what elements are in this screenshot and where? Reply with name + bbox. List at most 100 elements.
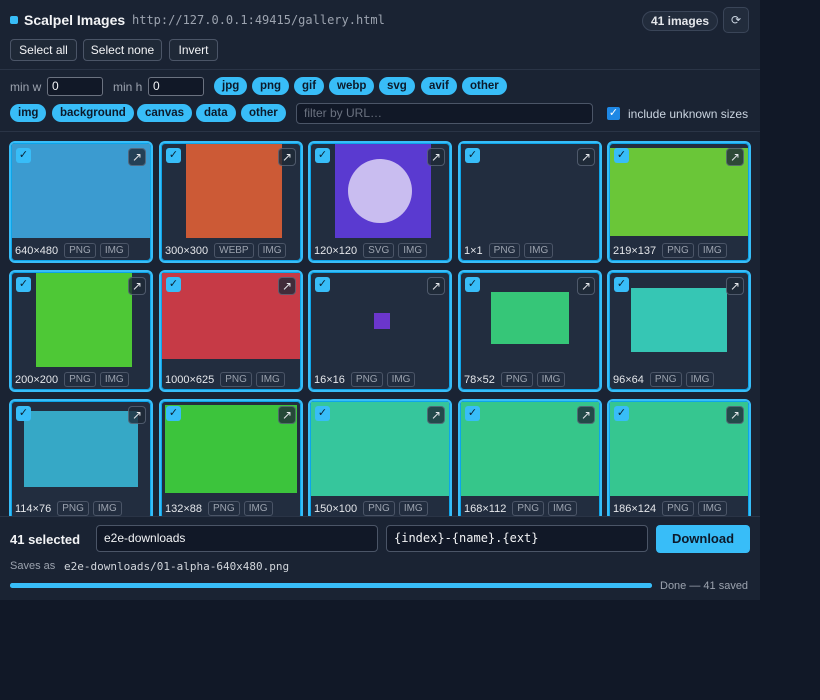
- chip-type-png[interactable]: png: [252, 77, 290, 95]
- format-tag: PNG: [220, 372, 252, 387]
- select-all-button[interactable]: Select all: [10, 39, 77, 61]
- chip-type-gif[interactable]: gif: [294, 77, 325, 95]
- chip-source-background[interactable]: background: [52, 104, 134, 122]
- card-select-checkbox[interactable]: ✓: [465, 406, 480, 421]
- download-button[interactable]: Download: [656, 525, 750, 553]
- chip-type-other[interactable]: other: [462, 77, 507, 95]
- image-card[interactable]: ✓ ↗ 96×64 PNG IMG: [607, 270, 751, 392]
- open-in-new-icon[interactable]: ↗: [128, 406, 146, 424]
- image-dimensions: 1000×625: [165, 374, 215, 386]
- source-tag: IMG: [548, 501, 577, 516]
- refresh-button[interactable]: ⟳: [723, 7, 749, 33]
- chip-source-img[interactable]: img: [10, 104, 47, 122]
- image-card[interactable]: ✓ ↗ 1000×625 PNG IMG: [159, 270, 303, 392]
- chip-source-data[interactable]: data: [196, 104, 236, 122]
- source-tag: IMG: [257, 243, 287, 258]
- open-in-new-icon[interactable]: ↗: [278, 406, 296, 424]
- chip-type-avif[interactable]: avif: [421, 77, 457, 95]
- format-tag: PNG: [512, 501, 544, 516]
- card-meta: 16×16 PNG IMG: [314, 372, 416, 388]
- chip-type-svg[interactable]: svg: [379, 77, 415, 95]
- filename-pattern-input[interactable]: {index}-{name}.{ext}: [386, 525, 648, 552]
- source-tag: IMG: [697, 501, 727, 516]
- progress-bar: [10, 583, 652, 588]
- card-select-checkbox[interactable]: ✓: [315, 277, 330, 292]
- open-in-new-icon[interactable]: ↗: [577, 277, 595, 295]
- open-in-new-icon[interactable]: ↗: [726, 148, 744, 166]
- chip-type-jpg[interactable]: jpg: [214, 77, 248, 95]
- thumbnail-image: [491, 292, 569, 344]
- chip-source-canvas[interactable]: canvas: [137, 104, 193, 122]
- image-card[interactable]: ✓ ↗ 640×480 PNG IMG: [9, 141, 153, 263]
- thumbnail-image: [186, 144, 282, 238]
- image-dimensions: 219×137: [613, 245, 657, 257]
- min-height-label: min h: [113, 80, 143, 94]
- card-meta: 78×52 PNG IMG: [464, 372, 566, 388]
- card-select-checkbox[interactable]: ✓: [166, 277, 181, 292]
- chip-type-webp[interactable]: webp: [329, 77, 375, 95]
- image-card[interactable]: ✓ ↗ 200×200 PNG IMG: [9, 270, 153, 392]
- image-dimensions: 78×52: [464, 374, 495, 386]
- image-card[interactable]: ✓ ↗ 1×1 PNG IMG: [458, 141, 602, 263]
- open-in-new-icon[interactable]: ↗: [278, 148, 296, 166]
- image-dimensions: 16×16: [314, 374, 345, 386]
- format-tag: PNG: [363, 501, 395, 516]
- image-card[interactable]: ✓ ↗ 78×52 PNG IMG: [458, 270, 602, 392]
- card-select-checkbox[interactable]: ✓: [465, 148, 480, 163]
- image-dimensions: 114×76: [15, 503, 52, 515]
- open-in-new-icon[interactable]: ↗: [427, 277, 445, 295]
- thumbnail-image: [24, 411, 138, 487]
- source-tag: IMG: [524, 243, 554, 258]
- image-card[interactable]: ✓ ↗ 168×112 PNG IMG: [458, 399, 602, 516]
- chip-source-other[interactable]: other: [241, 104, 286, 122]
- include-unknown-checkbox[interactable]: ✓: [607, 107, 620, 120]
- card-select-checkbox[interactable]: ✓: [315, 148, 330, 163]
- card-select-checkbox[interactable]: ✓: [16, 406, 31, 421]
- card-select-checkbox[interactable]: ✓: [614, 277, 629, 292]
- card-select-checkbox[interactable]: ✓: [315, 406, 330, 421]
- image-card[interactable]: ✓ ↗ 114×76 PNG IMG: [9, 399, 153, 516]
- image-grid: ✓ ↗ 640×480 PNG IMG ✓ ↗ 300×300 WEBP IMG ✓ ↗ 120×120…: [0, 133, 760, 516]
- open-in-new-icon[interactable]: ↗: [427, 148, 445, 166]
- min-width-input[interactable]: 0: [47, 77, 103, 96]
- open-in-new-icon[interactable]: ↗: [577, 406, 595, 424]
- min-height-input[interactable]: 0: [148, 77, 204, 96]
- card-select-checkbox[interactable]: ✓: [614, 406, 629, 421]
- image-card[interactable]: ✓ ↗ 186×124 PNG IMG: [607, 399, 751, 516]
- image-card[interactable]: ✓ ↗ 132×88 PNG IMG: [159, 399, 303, 516]
- card-meta: 1000×625 PNG IMG: [165, 372, 285, 388]
- card-meta: 120×120 SVG IMG: [314, 243, 428, 259]
- open-in-new-icon[interactable]: ↗: [577, 148, 595, 166]
- open-in-new-icon[interactable]: ↗: [726, 406, 744, 424]
- card-meta: 300×300 WEBP IMG: [165, 243, 287, 259]
- source-tag: IMG: [92, 501, 122, 516]
- image-dimensions: 96×64: [613, 374, 644, 386]
- include-unknown-label: include unknown sizes: [628, 107, 749, 121]
- format-tag: PNG: [64, 372, 96, 387]
- image-card[interactable]: ✓ ↗ 16×16 PNG IMG: [308, 270, 452, 392]
- image-card[interactable]: ✓ ↗ 150×100 PNG IMG: [308, 399, 452, 516]
- source-tag: IMG: [255, 372, 285, 387]
- card-select-checkbox[interactable]: ✓: [465, 277, 480, 292]
- select-none-button[interactable]: Select none: [83, 39, 162, 61]
- open-in-new-icon[interactable]: ↗: [427, 406, 445, 424]
- open-in-new-icon[interactable]: ↗: [278, 277, 296, 295]
- url-filter-input[interactable]: filter by URL…: [296, 103, 593, 124]
- source-tag: IMG: [99, 372, 129, 387]
- card-select-checkbox[interactable]: ✓: [16, 277, 31, 292]
- status-text: Done — 41 saved: [660, 580, 749, 592]
- image-card[interactable]: ✓ ↗ 120×120 SVG IMG: [308, 141, 452, 263]
- image-card[interactable]: ✓ ↗ 219×137 PNG IMG: [607, 141, 751, 263]
- open-in-new-icon[interactable]: ↗: [726, 277, 744, 295]
- card-select-checkbox[interactable]: ✓: [166, 148, 181, 163]
- card-select-checkbox[interactable]: ✓: [16, 148, 31, 163]
- open-in-new-icon[interactable]: ↗: [128, 148, 146, 166]
- folder-input[interactable]: e2e-downloads: [96, 525, 378, 552]
- open-in-new-icon[interactable]: ↗: [128, 277, 146, 295]
- image-card[interactable]: ✓ ↗ 300×300 WEBP IMG: [159, 141, 303, 263]
- card-select-checkbox[interactable]: ✓: [614, 148, 629, 163]
- saves-as-label: Saves as: [10, 560, 56, 572]
- saves-as-path: e2e-downloads/01-alpha-640x480.png: [64, 560, 290, 573]
- card-select-checkbox[interactable]: ✓: [166, 406, 181, 421]
- invert-button[interactable]: Invert: [169, 39, 218, 61]
